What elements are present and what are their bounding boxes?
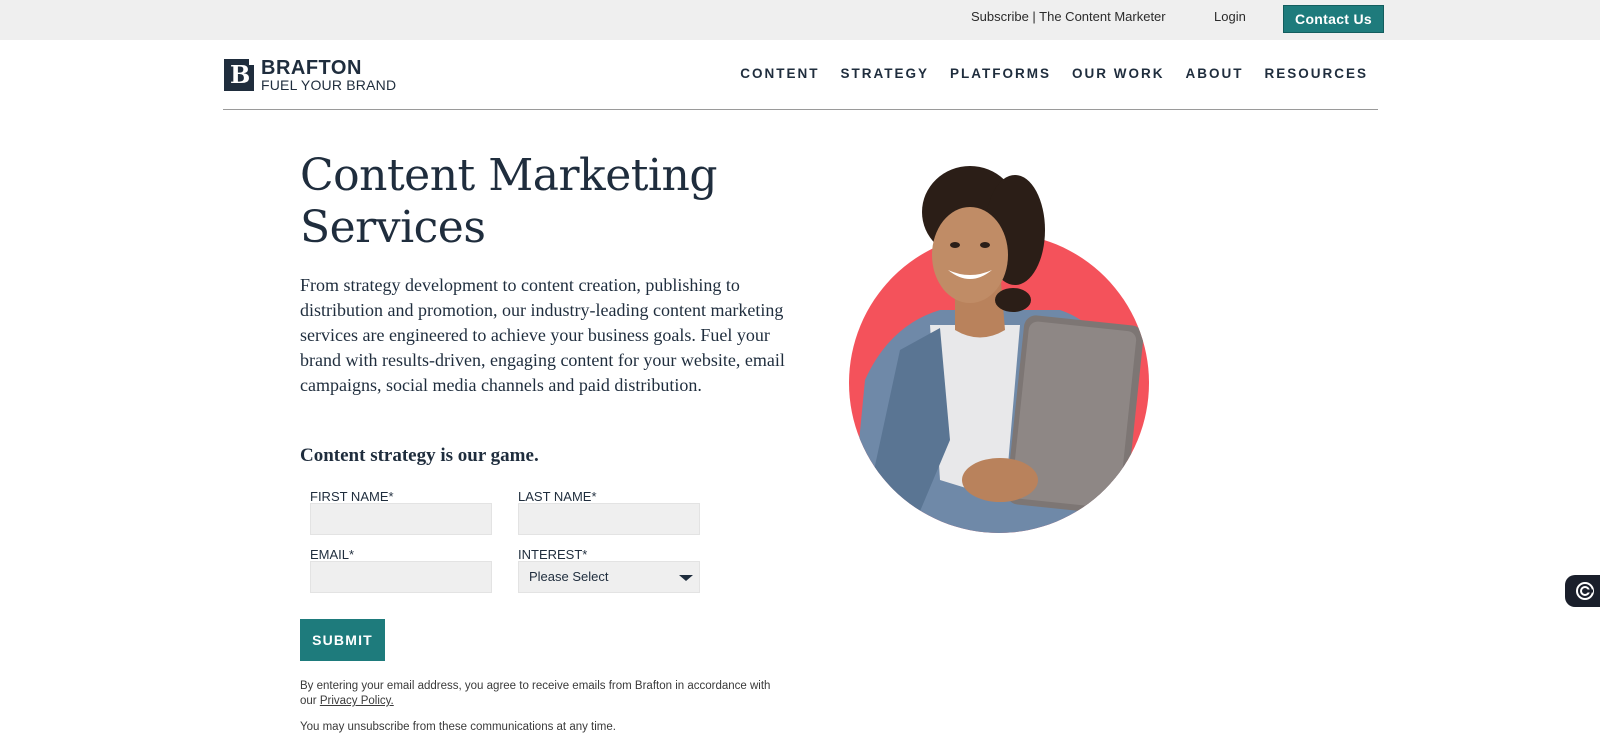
login-link[interactable]: Login [1214,9,1246,24]
interest-label: INTEREST* [518,547,588,562]
legal-notice: By entering your email address, you agre… [300,680,771,707]
first-name-label: FIRST NAME* [310,489,394,504]
logo-mark-icon: B [224,59,255,91]
chat-widget-icon [1576,582,1594,600]
nav-item-about[interactable]: ABOUT [1185,66,1243,81]
chevron-down-icon [679,575,693,581]
nav-item-content[interactable]: CONTENT [740,66,819,81]
logo-brand-text: BRAFTON [261,57,362,79]
privacy-policy-link[interactable]: Privacy Policy. [320,695,394,707]
header-divider [223,109,1378,110]
nav-item-strategy[interactable]: STRATEGY [840,66,929,81]
hero-photo [849,166,1149,533]
nav-item-our-work[interactable]: OUR WORK [1072,66,1165,81]
intro-paragraph: From strategy development to content cre… [300,275,785,395]
last-name-label: LAST NAME* [518,489,597,504]
utility-bar: Subscribe | The Content Marketer Login C… [0,0,1600,40]
interest-selected-value: Please Select [529,569,609,584]
email-field[interactable] [310,561,492,593]
interest-select[interactable]: Please Select [518,561,700,593]
subscribe-link[interactable]: Subscribe | The Content Marketer [971,9,1166,24]
brafton-logo[interactable]: B BRAFTON FUEL YOUR BRAND [224,57,397,93]
contact-us-button[interactable]: Contact Us [1283,5,1384,33]
first-name-field[interactable] [310,503,492,535]
page-title: Content Marketing Services [300,150,718,253]
main-nav: CONTENT STRATEGY PLATFORMS OUR WORK ABOU… [740,66,1368,81]
form-subheading: Content strategy is our game. [300,445,539,466]
logo-tagline: FUEL YOUR BRAND [261,77,397,93]
nav-item-resources[interactable]: RESOURCES [1264,66,1368,81]
email-label: EMAIL* [310,547,355,562]
unsubscribe-notice: You may unsubscribe from these communica… [300,721,616,733]
last-name-field[interactable] [518,503,700,535]
nav-item-platforms[interactable]: PLATFORMS [950,66,1051,81]
chat-widget-button[interactable] [1565,575,1600,607]
submit-button[interactable]: SUBMIT [300,619,385,661]
